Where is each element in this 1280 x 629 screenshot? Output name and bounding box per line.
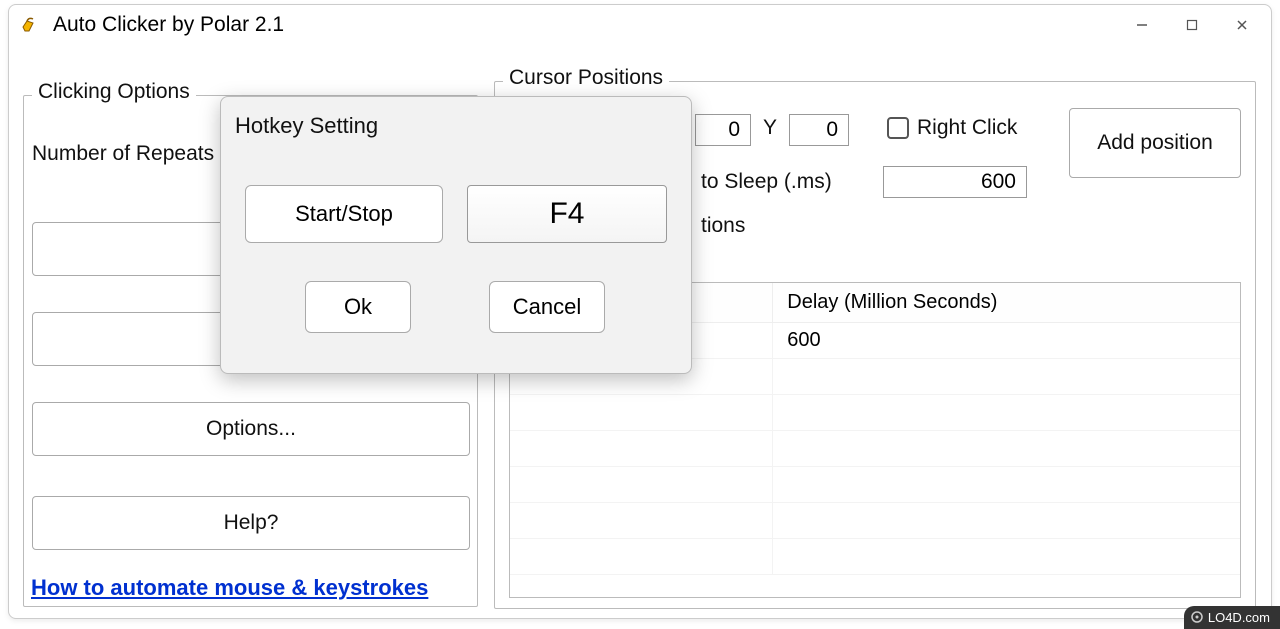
clicking-options-legend: Clicking Options	[32, 80, 196, 104]
table-row[interactable]	[510, 503, 1240, 539]
right-click-label: Right Click	[917, 116, 1017, 140]
app-icon	[19, 13, 43, 37]
table-row[interactable]	[510, 539, 1240, 575]
window-title: Auto Clicker by Polar 2.1	[53, 13, 284, 37]
watermark-text: LO4D.com	[1208, 610, 1270, 625]
cancel-button[interactable]: Cancel	[489, 281, 605, 333]
dialog-title: Hotkey Setting	[221, 97, 691, 149]
table-cell: 600	[773, 323, 1240, 359]
table-row[interactable]	[510, 395, 1240, 431]
y-input[interactable]	[789, 114, 849, 146]
x-input[interactable]	[695, 114, 751, 146]
right-click-checkbox[interactable]: Right Click	[887, 116, 1017, 140]
close-button[interactable]	[1217, 5, 1267, 45]
maximize-button[interactable]	[1167, 5, 1217, 45]
add-position-button[interactable]: Add position	[1069, 108, 1241, 178]
table-header: Delay (Million Seconds)	[773, 283, 1240, 323]
table-row[interactable]	[510, 431, 1240, 467]
automate-link[interactable]: How to automate mouse & keystrokes	[31, 575, 428, 601]
cursor-positions-legend: Cursor Positions	[503, 66, 669, 90]
checkbox-icon	[887, 117, 909, 139]
startstop-button[interactable]: Start/Stop	[245, 185, 443, 243]
watermark-badge: LO4D.com	[1184, 606, 1280, 629]
positions-label: tions	[701, 214, 745, 238]
hotkey-field[interactable]: F4	[467, 185, 667, 243]
sleep-label: to Sleep (.ms)	[701, 170, 832, 194]
ok-button[interactable]: Ok	[305, 281, 411, 333]
sleep-input[interactable]	[883, 166, 1027, 198]
y-label: Y	[763, 116, 777, 140]
number-of-repeats-label: Number of Repeats	[32, 142, 214, 166]
table-row[interactable]	[510, 467, 1240, 503]
hotkey-dialog: Hotkey Setting Start/Stop F4 Ok Cancel	[220, 96, 692, 374]
help-button[interactable]: Help?	[32, 496, 470, 550]
options-button[interactable]: Options...	[32, 402, 470, 456]
minimize-button[interactable]	[1117, 5, 1167, 45]
titlebar: Auto Clicker by Polar 2.1	[9, 5, 1271, 45]
